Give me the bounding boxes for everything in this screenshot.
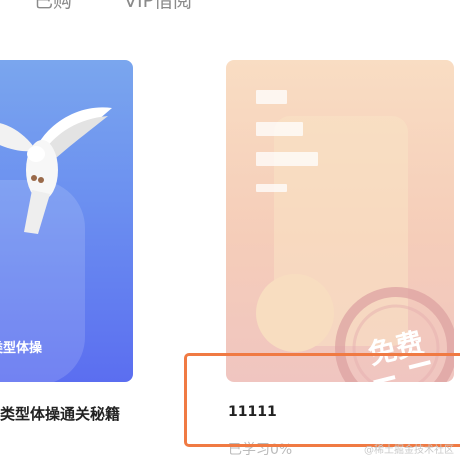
book-title[interactable]: 类型体操通关秘籍 [0,403,120,424]
book-cover-type-gymnastics[interactable]: 类型体操 [0,60,133,382]
tab-vip-borrow[interactable]: VIP借阅 [124,0,192,13]
dove-icon [0,107,112,234]
cover-line [256,184,287,192]
cover-text: 类型体操 [0,341,43,356]
cover-circle [256,274,334,352]
cover-line [256,90,287,104]
cover-line [256,122,303,136]
annotation-highlight-box [184,353,460,447]
book-cover-11111[interactable]: 免费 [226,60,454,382]
cover-line [256,152,318,166]
watermark: @稀土掘金技术社区 [364,445,454,456]
tab-purchased[interactable]: 已购 [34,0,72,13]
